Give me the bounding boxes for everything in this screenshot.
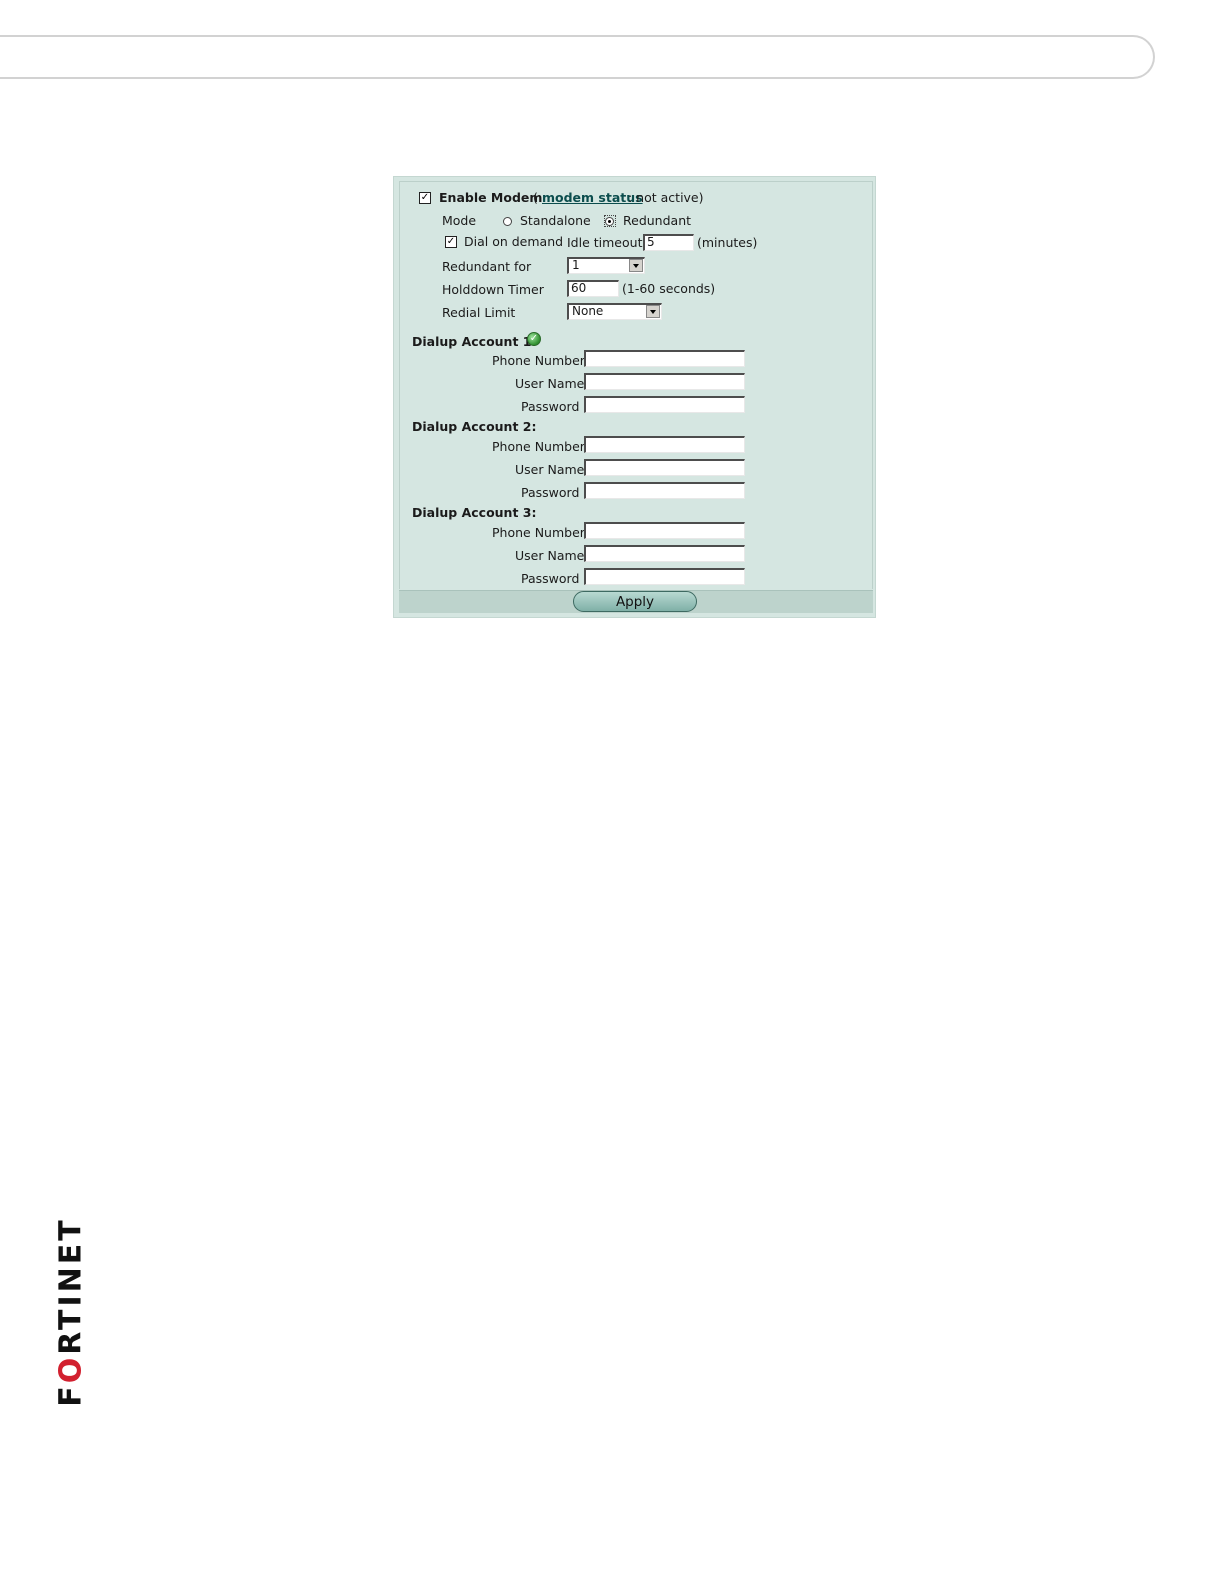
enable-modem-label: Enable Modem bbox=[439, 190, 543, 205]
account-2-phone-input[interactable] bbox=[584, 436, 745, 453]
redundant-for-value: 1 bbox=[572, 258, 580, 272]
mode-standalone-label: Standalone bbox=[520, 213, 591, 228]
apply-button[interactable]: Apply bbox=[573, 591, 697, 612]
account-2-user-label: User Name bbox=[515, 462, 585, 477]
account-3-phone-input[interactable] bbox=[584, 522, 745, 539]
chevron-down-icon[interactable] bbox=[629, 259, 643, 272]
mode-redundant-label: Redundant bbox=[623, 213, 692, 228]
status-open-paren: ( bbox=[533, 190, 538, 205]
redial-limit-label: Redial Limit bbox=[442, 305, 516, 320]
account-3-phone-label: Phone Number bbox=[492, 525, 585, 540]
enable-modem-checkbox[interactable]: ✓ bbox=[419, 192, 431, 204]
mode-redundant-radio[interactable] bbox=[605, 217, 614, 226]
fortinet-logo: FORTINET bbox=[54, 1217, 89, 1406]
logo-text-suffix: RTINET bbox=[53, 1217, 89, 1355]
idle-timeout-label: Idle timeout bbox=[567, 235, 643, 250]
page-header-bar bbox=[0, 35, 1155, 79]
account-1-user-input[interactable] bbox=[584, 373, 745, 390]
account-1-phone-input[interactable] bbox=[584, 350, 745, 367]
account-2-password-input[interactable] bbox=[584, 482, 745, 499]
logo-text-red: O bbox=[53, 1354, 89, 1384]
dial-on-demand-checkbox[interactable]: ✓ bbox=[445, 236, 457, 248]
holddown-timer-unit: (1-60 seconds) bbox=[622, 281, 716, 296]
account-1-phone-label: Phone Number bbox=[492, 353, 585, 368]
checkmark-ok-icon: ✓ bbox=[527, 332, 541, 346]
account-3-user-label: User Name bbox=[515, 548, 585, 563]
account-2-password-label: Password bbox=[521, 485, 580, 500]
account-3-password-input[interactable] bbox=[584, 568, 745, 585]
dialup-account-1-title: Dialup Account 1: bbox=[412, 334, 537, 349]
logo-text-prefix: F bbox=[53, 1383, 89, 1407]
mode-standalone-radio[interactable] bbox=[503, 217, 512, 226]
idle-timeout-input[interactable]: 5 bbox=[643, 234, 694, 251]
dialup-account-3-title: Dialup Account 3: bbox=[412, 505, 537, 520]
chevron-down-icon[interactable] bbox=[646, 305, 660, 318]
redial-limit-value: None bbox=[572, 304, 604, 318]
account-2-user-input[interactable] bbox=[584, 459, 745, 476]
modem-settings-panel: ✓ Enable Modem ( modem status : not acti… bbox=[393, 176, 876, 618]
account-1-password-input[interactable] bbox=[584, 396, 745, 413]
dial-on-demand-label: Dial on demand bbox=[464, 234, 564, 249]
apply-bar: Apply bbox=[399, 590, 873, 613]
dialup-account-2-title: Dialup Account 2: bbox=[412, 419, 537, 434]
account-3-user-input[interactable] bbox=[584, 545, 745, 562]
account-2-phone-label: Phone Number bbox=[492, 439, 585, 454]
redundant-for-select[interactable]: 1 bbox=[567, 257, 645, 274]
account-1-user-label: User Name bbox=[515, 376, 585, 391]
account-3-password-label: Password bbox=[521, 571, 580, 586]
holddown-timer-input[interactable]: 60 bbox=[567, 280, 619, 297]
modem-status-text: : not active) bbox=[628, 190, 704, 205]
account-1-password-label: Password bbox=[521, 399, 580, 414]
mode-label: Mode bbox=[442, 213, 477, 228]
holddown-timer-label: Holddown Timer bbox=[442, 282, 544, 297]
idle-timeout-unit: (minutes) bbox=[697, 235, 758, 250]
redundant-for-label: Redundant for bbox=[442, 259, 532, 274]
redial-limit-select[interactable]: None bbox=[567, 303, 662, 320]
